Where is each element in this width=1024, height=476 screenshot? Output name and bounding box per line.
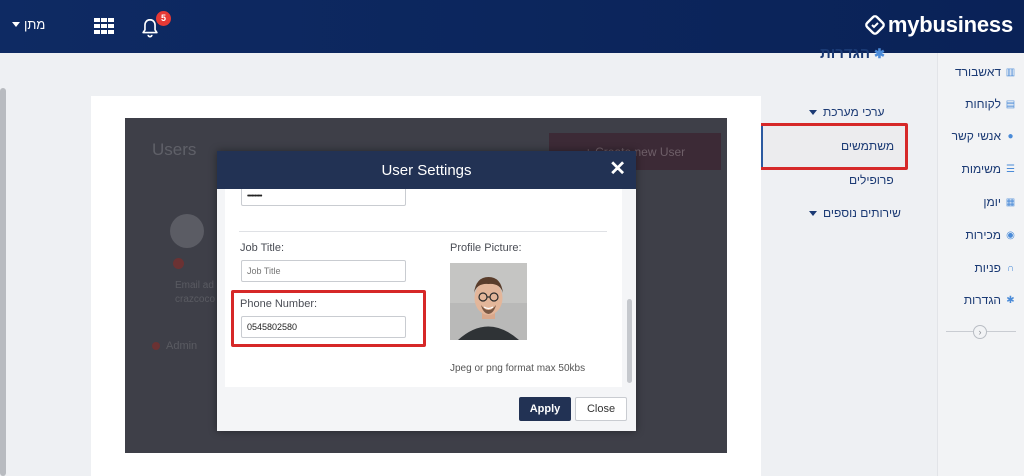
headset-icon: ∩ bbox=[1006, 262, 1015, 274]
job-title-label: Job Title: bbox=[240, 242, 285, 254]
status-dot bbox=[173, 258, 184, 269]
page-scrollbar[interactable] bbox=[0, 88, 6, 476]
apply-button[interactable]: Apply bbox=[519, 397, 571, 421]
list-icon: ☰ bbox=[1006, 163, 1015, 175]
highlight-box-users-nav bbox=[755, 123, 908, 170]
caret-down-icon bbox=[809, 109, 817, 115]
sidebar-item-clients[interactable]: ▤ לקוחות bbox=[965, 97, 1016, 111]
modal-body: •••••••••• Job Title: Job Title Phone Nu… bbox=[225, 189, 622, 387]
password-field[interactable]: •••••••••• bbox=[241, 189, 406, 206]
sidebar-item-label: הגדרות bbox=[963, 293, 1001, 307]
sidebar-item-dashboard[interactable]: ▥ דאשבורד bbox=[955, 65, 1016, 79]
sidebar-item-label: אנשי קשר bbox=[951, 129, 1001, 143]
chevron-right-icon[interactable]: › bbox=[973, 325, 987, 339]
gear-icon: ✱ bbox=[1006, 294, 1015, 306]
job-title-field[interactable]: Job Title bbox=[241, 260, 406, 282]
logo-mark-icon bbox=[864, 15, 885, 35]
sidebar-item-label: מכירות bbox=[965, 228, 1001, 242]
user-icon: ● bbox=[1007, 130, 1014, 142]
modal-title: User Settings bbox=[381, 161, 472, 179]
sidebar-item-label: פניות bbox=[974, 261, 1001, 275]
sidebar-item-label: דאשבורד bbox=[954, 65, 1001, 79]
nav-item-profiles[interactable]: פרופילים bbox=[849, 173, 894, 187]
user-card-text: crazcoco bbox=[175, 294, 216, 305]
calendar-icon: ▦ bbox=[1005, 196, 1016, 208]
brand-logo[interactable]: mybusiness bbox=[864, 12, 1013, 38]
building-icon: ▤ bbox=[1005, 98, 1016, 110]
user-menu-label: מתן bbox=[24, 17, 46, 32]
sidebar-item-settings[interactable]: ✱ הגדרות bbox=[964, 293, 1016, 307]
eye-icon: ◉ bbox=[1006, 229, 1015, 241]
highlight-box-phone-number bbox=[231, 290, 426, 347]
user-card-text: Email ad bbox=[175, 280, 214, 291]
sidebar-item-label: משימות bbox=[961, 162, 1001, 176]
logo-text: mybusiness bbox=[887, 12, 1013, 37]
apps-grid-icon[interactable] bbox=[94, 18, 114, 34]
bar-chart-icon: ▥ bbox=[1005, 66, 1016, 78]
modal-scrollbar[interactable] bbox=[627, 299, 632, 383]
divider bbox=[239, 231, 607, 232]
nav-item-label: פרופילים bbox=[849, 173, 894, 187]
close-icon[interactable]: ✕ bbox=[609, 159, 626, 179]
sidebar-item-tasks[interactable]: ☰ משימות bbox=[962, 162, 1016, 176]
nav-item-system-values[interactable]: ערכי מערכת bbox=[809, 105, 885, 119]
users-heading: Users bbox=[152, 140, 197, 159]
nav-item-label: ערכי מערכת bbox=[823, 105, 885, 119]
user-role: Admin bbox=[152, 340, 197, 352]
sidebar-item-inquiries[interactable]: ∩ פניות bbox=[974, 261, 1016, 275]
nav-item-additional-services[interactable]: שירותים נוספים bbox=[809, 206, 901, 220]
caret-down-icon bbox=[12, 22, 20, 27]
sidebar: ▥ דאשבורד ▤ לקוחות ● אנשי קשר ☰ משימות ▦… bbox=[937, 53, 1024, 476]
sidebar-item-label: לקוחות bbox=[965, 97, 1001, 111]
sidebar-item-label: יומן bbox=[983, 195, 1001, 209]
profile-picture-label: Profile Picture: bbox=[450, 242, 522, 254]
nav-item-label: שירותים נוספים bbox=[823, 206, 901, 220]
avatar bbox=[170, 214, 204, 248]
modal-header: User Settings ✕ bbox=[217, 151, 636, 189]
close-button[interactable]: Close bbox=[575, 397, 627, 421]
role-dot bbox=[152, 342, 160, 350]
caret-down-icon bbox=[809, 210, 817, 216]
gear-icon: ✱ bbox=[874, 45, 885, 61]
picture-format-hint: Jpeg or png format max 50kbs bbox=[450, 363, 586, 374]
sidebar-item-calendar[interactable]: ▦ יומן bbox=[983, 195, 1016, 209]
profile-picture[interactable] bbox=[450, 263, 527, 340]
notification-badge: 5 bbox=[156, 11, 171, 26]
sidebar-item-contacts[interactable]: ● אנשי קשר bbox=[952, 129, 1016, 143]
sidebar-item-sales[interactable]: ◉ מכירות bbox=[966, 228, 1016, 242]
page-title: ✱ הגדרות bbox=[820, 45, 885, 62]
user-menu[interactable]: מתן bbox=[12, 17, 45, 32]
